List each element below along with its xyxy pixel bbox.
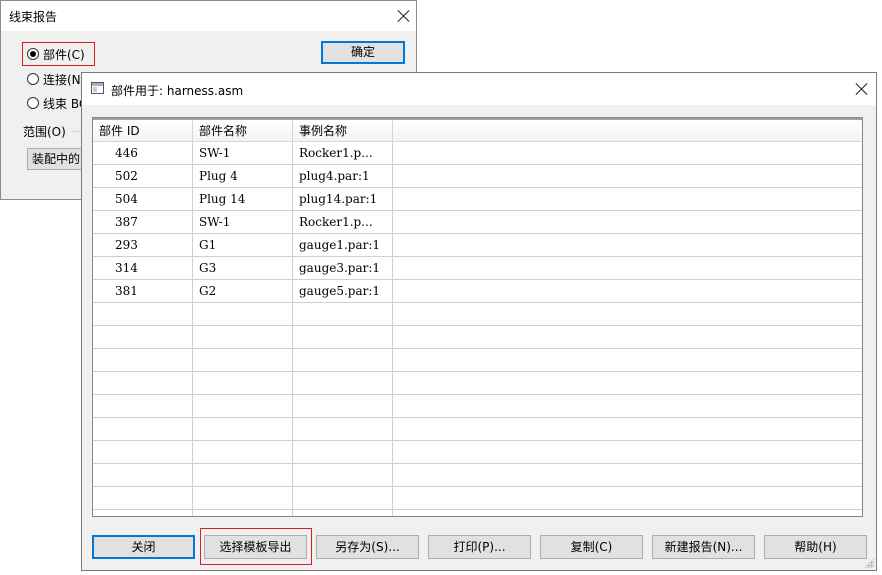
new-report-button[interactable]: 新建报告(N)... — [652, 535, 755, 559]
cell-empty[interactable] — [93, 349, 193, 372]
window-icon — [91, 82, 104, 94]
column-header-occurrence-name[interactable]: 事例名称 — [293, 120, 393, 142]
cell-empty[interactable] — [193, 487, 293, 510]
cell-part-name[interactable]: Plug 4 — [193, 165, 293, 188]
scope-label: 范围(O) — [23, 125, 66, 139]
cell-empty[interactable] — [393, 326, 862, 349]
cell-empty[interactable] — [293, 487, 393, 510]
cell-empty[interactable] — [393, 211, 862, 234]
radio-selected-icon — [27, 48, 39, 60]
cell-part-id[interactable]: 381 — [93, 280, 193, 303]
radio-icon — [27, 73, 39, 85]
cell-empty[interactable] — [193, 349, 293, 372]
help-button[interactable]: 帮助(H) — [764, 535, 867, 559]
cell-empty[interactable] — [393, 395, 862, 418]
cell-part-id[interactable]: 293 — [93, 234, 193, 257]
cell-empty[interactable] — [393, 188, 862, 211]
radio-harness-bom[interactable]: 线束 BC — [27, 93, 87, 113]
cell-empty[interactable] — [393, 349, 862, 372]
cell-empty[interactable] — [193, 510, 293, 516]
cell-empty[interactable] — [393, 142, 862, 165]
cell-empty[interactable] — [93, 487, 193, 510]
cell-empty[interactable] — [93, 303, 193, 326]
cell-occurrence-name[interactable]: plug14.par:1 — [293, 188, 393, 211]
cell-empty[interactable] — [293, 464, 393, 487]
cell-occurrence-name[interactable]: gauge5.par:1 — [293, 280, 393, 303]
cell-empty[interactable] — [93, 326, 193, 349]
cell-empty[interactable] — [193, 303, 293, 326]
cell-empty[interactable] — [93, 441, 193, 464]
close-button[interactable]: 关闭 — [92, 535, 195, 559]
cell-empty[interactable] — [193, 418, 293, 441]
cell-empty[interactable] — [393, 487, 862, 510]
export-template-button[interactable]: 选择模板导出 — [204, 535, 307, 559]
cell-empty[interactable] — [193, 395, 293, 418]
cell-empty[interactable] — [193, 372, 293, 395]
cell-occurrence-name[interactable]: Rocker1.p... — [293, 211, 393, 234]
column-header-part-name[interactable]: 部件名称 — [193, 120, 293, 142]
radio-label: 连接(N — [43, 72, 81, 87]
cell-part-id[interactable]: 504 — [93, 188, 193, 211]
cell-empty[interactable] — [193, 464, 293, 487]
cell-empty[interactable] — [93, 395, 193, 418]
cell-empty[interactable] — [93, 510, 193, 516]
cell-part-id[interactable]: 446 — [93, 142, 193, 165]
cell-empty[interactable] — [393, 303, 862, 326]
parts-used-window: 部件用于: harness.asm 部件 ID 部件名称 事例名称 446 SW-… — [81, 72, 877, 571]
cell-part-name[interactable]: SW-1 — [193, 211, 293, 234]
cell-empty[interactable] — [193, 326, 293, 349]
cell-part-id[interactable]: 502 — [93, 165, 193, 188]
cell-empty[interactable] — [293, 372, 393, 395]
cell-empty[interactable] — [293, 349, 393, 372]
cell-empty[interactable] — [393, 418, 862, 441]
cell-empty[interactable] — [293, 326, 393, 349]
cell-occurrence-name[interactable]: gauge3.par:1 — [293, 257, 393, 280]
close-icon[interactable] — [852, 79, 872, 99]
cell-empty[interactable] — [393, 165, 862, 188]
column-header-filler — [393, 120, 862, 142]
cell-part-name[interactable]: SW-1 — [193, 142, 293, 165]
cell-occurrence-name[interactable]: plug4.par:1 — [293, 165, 393, 188]
window-title: 部件用于: harness.asm — [111, 84, 244, 98]
cell-empty[interactable] — [393, 464, 862, 487]
cell-empty[interactable] — [93, 464, 193, 487]
copy-button[interactable]: 复制(C) — [540, 535, 643, 559]
cell-empty[interactable] — [293, 441, 393, 464]
cell-occurrence-name[interactable]: gauge1.par:1 — [293, 234, 393, 257]
cell-empty[interactable] — [293, 395, 393, 418]
cell-empty[interactable] — [93, 418, 193, 441]
save-as-button[interactable]: 另存为(S)... — [316, 535, 419, 559]
cell-empty[interactable] — [393, 441, 862, 464]
cell-empty[interactable] — [393, 257, 862, 280]
cell-part-id[interactable]: 387 — [93, 211, 193, 234]
cell-empty[interactable] — [193, 441, 293, 464]
cell-empty[interactable] — [293, 418, 393, 441]
column-header-part-id[interactable]: 部件 ID — [93, 120, 193, 142]
parts-table[interactable]: 部件 ID 部件名称 事例名称 446 SW-1 Rocker1.p... 502 Pl… — [92, 117, 863, 517]
cell-part-name[interactable]: G1 — [193, 234, 293, 257]
close-icon[interactable] — [394, 6, 414, 26]
cell-empty[interactable] — [93, 372, 193, 395]
cell-empty[interactable] — [293, 303, 393, 326]
dialog-title: 线束报告 — [9, 10, 58, 24]
cell-empty[interactable] — [393, 510, 862, 516]
title-bar: 线束报告 — [1, 1, 416, 31]
ok-button[interactable]: 确定 — [321, 41, 405, 64]
cell-part-name[interactable]: G2 — [193, 280, 293, 303]
radio-parts[interactable]: 部件(C) — [27, 44, 85, 64]
radio-label: 部件(C) — [43, 47, 85, 62]
print-button[interactable]: 打印(P)... — [428, 535, 531, 559]
cell-empty[interactable] — [293, 510, 393, 516]
radio-connections[interactable]: 连接(N — [27, 69, 81, 89]
title-bar: 部件用于: harness.asm — [82, 73, 876, 105]
cell-part-name[interactable]: G3 — [193, 257, 293, 280]
cell-empty[interactable] — [393, 280, 862, 303]
cell-empty[interactable] — [393, 234, 862, 257]
radio-icon — [27, 97, 39, 109]
cell-occurrence-name[interactable]: Rocker1.p... — [293, 142, 393, 165]
cell-part-id[interactable]: 314 — [93, 257, 193, 280]
cell-empty[interactable] — [393, 372, 862, 395]
cell-part-name[interactable]: Plug 14 — [193, 188, 293, 211]
resize-grip-icon[interactable] — [864, 558, 874, 568]
